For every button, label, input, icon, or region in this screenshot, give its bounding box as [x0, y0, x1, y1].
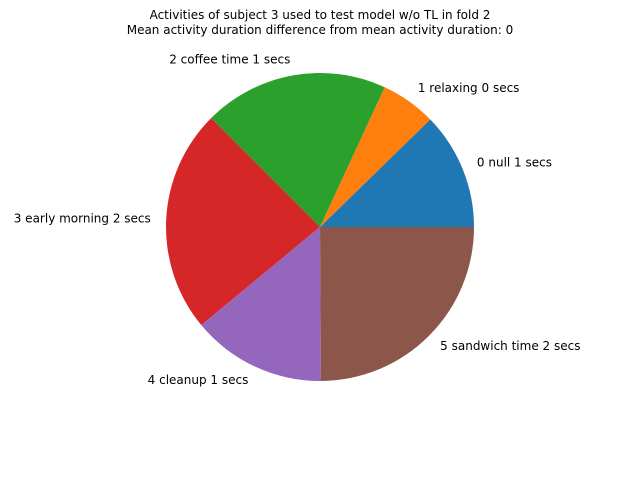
pie-label-2: 2 coffee time 1 secs — [169, 53, 290, 67]
pie-slice-5 — [320, 227, 474, 381]
pie-label-5: 5 sandwich time 2 secs — [440, 339, 580, 353]
pie-slices — [166, 73, 474, 381]
pie-label-3: 3 early morning 2 secs — [14, 212, 151, 226]
pie-label-0: 0 null 1 secs — [477, 156, 552, 170]
chart-title-line-2: Mean activity duration difference from m… — [127, 23, 514, 37]
pie-label-1: 1 relaxing 0 secs — [418, 81, 520, 95]
pie-label-4: 4 cleanup 1 secs — [148, 373, 249, 387]
chart-container: Activities of subject 3 used to test mod… — [0, 0, 640, 480]
chart-title-line-1: Activities of subject 3 used to test mod… — [150, 8, 491, 22]
pie-chart: Activities of subject 3 used to test mod… — [14, 8, 581, 387]
